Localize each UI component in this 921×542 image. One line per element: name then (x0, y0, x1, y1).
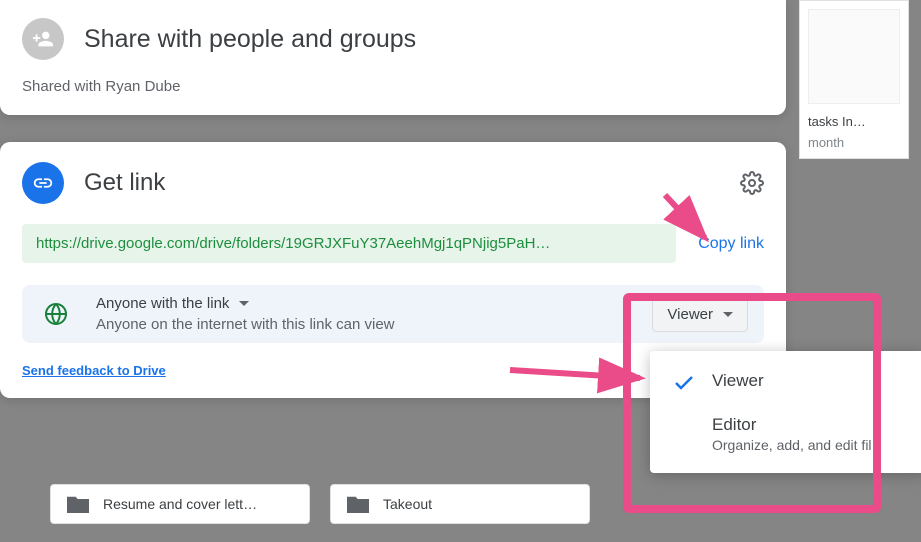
copy-link-button[interactable]: Copy link (698, 235, 764, 253)
folder-icon (347, 495, 369, 513)
option-label: Viewer (712, 371, 764, 391)
role-button[interactable]: Viewer (652, 297, 748, 332)
role-label: Viewer (667, 306, 713, 323)
share-title: Share with people and groups (84, 25, 416, 54)
check-icon (672, 371, 696, 395)
chevron-down-icon (723, 312, 733, 317)
check-placeholder (672, 415, 696, 439)
share-panel: Share with people and groups Shared with… (0, 0, 786, 115)
globe-icon (38, 296, 74, 332)
gear-icon[interactable] (740, 171, 764, 195)
chevron-down-icon (239, 301, 249, 306)
file-subtitle: month (808, 135, 900, 150)
folder-label: Takeout (383, 496, 432, 512)
link-icon (22, 162, 64, 204)
folder-label: Resume and cover lett… (103, 496, 257, 512)
access-scope-button[interactable]: Anyone with the link (96, 295, 630, 312)
folder-item[interactable]: Takeout (330, 484, 590, 524)
role-dropdown: Viewer Editor Organize, add, and edit fi… (650, 351, 921, 473)
background-file-card: tasks In… month (799, 0, 909, 159)
share-subtitle: Shared with Ryan Dube (22, 78, 764, 95)
folder-icon (67, 495, 89, 513)
access-scope-description: Anyone on the internet with this link ca… (96, 316, 630, 333)
get-link-title: Get link (84, 169, 165, 197)
share-url[interactable]: https://drive.google.com/drive/folders/1… (22, 224, 676, 263)
feedback-link[interactable]: Send feedback to Drive (22, 363, 166, 378)
dropdown-option-viewer[interactable]: Viewer (650, 361, 921, 405)
access-scope-label: Anyone with the link (96, 295, 229, 312)
option-description: Organize, add, and edit fil (712, 437, 872, 453)
people-icon (22, 18, 64, 60)
file-title: tasks In… (808, 114, 900, 129)
folder-item[interactable]: Resume and cover lett… (50, 484, 310, 524)
dropdown-option-editor[interactable]: Editor Organize, add, and edit fil (650, 405, 921, 463)
thumbnail (808, 9, 900, 104)
access-row: Anyone with the link Anyone on the inter… (22, 285, 764, 343)
option-label: Editor (712, 415, 872, 435)
